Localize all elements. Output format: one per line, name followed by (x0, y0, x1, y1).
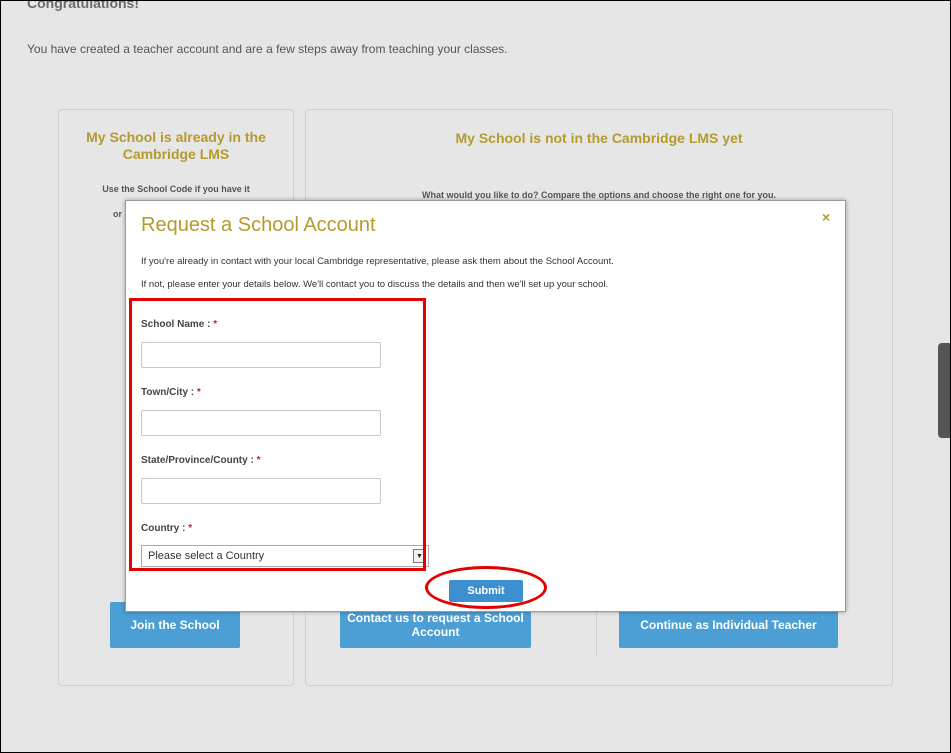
required-marker: * (196, 387, 201, 398)
new-school-description: What would you like to do? Compare the o… (421, 190, 776, 200)
required-marker: * (256, 455, 261, 466)
town-city-input[interactable] (141, 410, 381, 436)
panel-divider (596, 609, 597, 657)
required-marker: * (213, 319, 218, 330)
chevron-down-icon[interactable]: ▼ (413, 549, 426, 563)
school-name-label: School Name : * (141, 319, 217, 330)
intro-text: You have created a teacher account and a… (27, 42, 508, 56)
existing-school-description: Use the School Code if you have it (102, 184, 250, 194)
country-label-text: Country : (141, 523, 186, 534)
town-city-label-text: Town/City : (141, 387, 195, 398)
school-name-label-text: School Name : (141, 319, 211, 330)
modal-info-line-2: If not, please enter your details below.… (141, 279, 609, 290)
country-label: Country : * (141, 523, 192, 534)
request-school-account-modal: Request a School Account × If you're alr… (125, 200, 846, 612)
school-name-input[interactable] (141, 342, 381, 368)
modal-info-line-1: If you're already in contact with your l… (141, 256, 614, 267)
existing-school-title: My School is already in the Cambridge LM… (86, 129, 266, 162)
congrats-heading: Congratulations! (27, 0, 139, 11)
state-label-text: State/Province/County : (141, 455, 254, 466)
modal-title: Request a School Account (141, 214, 376, 236)
state-province-county-label: State/Province/County : * (141, 455, 261, 466)
state-province-county-input[interactable] (141, 478, 381, 504)
town-city-label: Town/City : * (141, 387, 201, 398)
existing-school-or-text: or (113, 209, 122, 219)
country-select[interactable]: Please select a Country ▼ (141, 545, 429, 567)
required-marker: * (188, 523, 193, 534)
close-icon[interactable]: × (822, 209, 830, 225)
new-school-title: My School is not in the Cambridge LMS ye… (455, 130, 743, 146)
side-feedback-tab[interactable] (938, 343, 950, 438)
country-select-value: Please select a Country (148, 550, 265, 562)
submit-button[interactable]: Submit (449, 580, 523, 602)
page-background: Congratulations! You have created a teac… (0, 0, 951, 753)
